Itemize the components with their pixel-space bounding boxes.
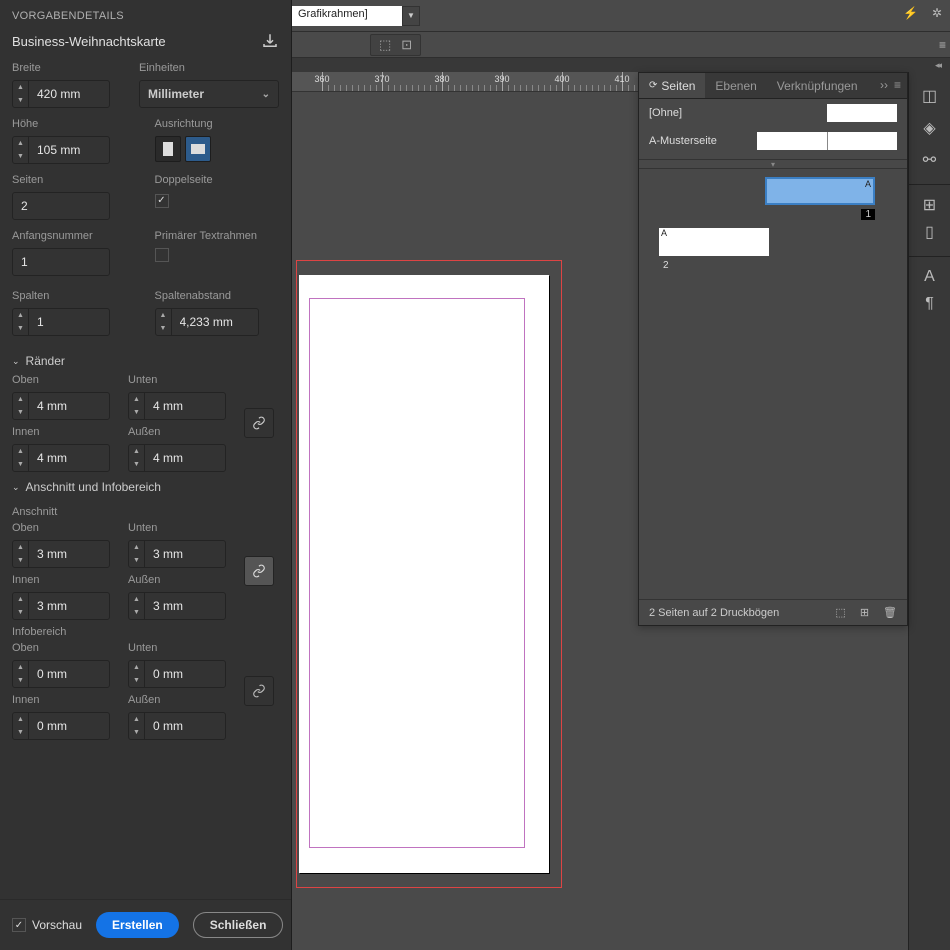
tab-layers[interactable]: Ebenen <box>705 73 766 98</box>
pages-panel: ⟳Seiten Ebenen Verknüpfungen ››≡ [Ohne] … <box>638 72 908 626</box>
slug-inside-input[interactable]: ▲▼ <box>12 712 110 740</box>
links-panel-icon[interactable]: ⚯ <box>916 144 944 176</box>
panel-menu-icon[interactable]: ≡ <box>894 78 901 93</box>
pages-label: Seiten <box>12 174 137 186</box>
tab-pages[interactable]: ⟳Seiten <box>639 73 705 98</box>
bleed-section-header[interactable]: ⌄Anschnitt und Infobereich <box>0 472 291 500</box>
page-2-number: 2 <box>659 260 673 271</box>
column-gutter-input[interactable]: ▲▼ <box>155 308 259 336</box>
width-label: Breite <box>12 62 121 74</box>
margin-outside-input[interactable]: ▲▼ <box>128 444 226 472</box>
height-input[interactable]: ▲▼ <box>12 136 110 164</box>
flash-icon[interactable]: ⚡ <box>903 6 918 20</box>
portrait-icon <box>163 142 173 156</box>
panel-splitter[interactable] <box>639 159 907 169</box>
columns-input[interactable]: ▲▼ <box>12 308 110 336</box>
control-bar: Grafikrahmen] ▼ ⚡ ✲ <box>292 0 950 32</box>
preview-toggle[interactable]: ✓Vorschau <box>12 918 82 932</box>
para-styles-icon[interactable]: ¶ <box>916 288 944 320</box>
start-number-label: Anfangsnummer <box>12 230 137 242</box>
pages-panel-icon[interactable]: ◫ <box>916 80 944 112</box>
bleed-top-input[interactable]: ▲▼ <box>12 540 110 568</box>
start-number-input[interactable] <box>12 248 110 276</box>
chevron-down-icon: ⌄ <box>262 89 270 100</box>
master-none-row[interactable]: [Ohne] <box>639 99 907 127</box>
frame-type-dropdown[interactable]: ▼ <box>402 6 420 26</box>
primary-text-frame-checkbox[interactable] <box>155 248 169 262</box>
page-1-number: 1 <box>861 209 875 220</box>
panel-title: VORGABENDETAILS <box>0 0 291 26</box>
pages-status-text: 2 Seiten auf 2 Druckbögen <box>649 607 779 619</box>
margin-guide <box>309 298 525 848</box>
orientation-label: Ausrichtung <box>155 118 280 130</box>
link-icon <box>252 564 266 578</box>
columns-label: Spalten <box>12 290 137 302</box>
gear-icon[interactable]: ✲ <box>932 6 942 20</box>
units-label: Einheiten <box>139 62 279 74</box>
preset-name-input[interactable]: Business-Weihnachtskarte <box>12 34 261 49</box>
bleed-outside-input[interactable]: ▲▼ <box>128 592 226 620</box>
fit-content-icon[interactable]: ⬚ <box>379 37 391 53</box>
master-a-thumb <box>757 132 897 150</box>
slug-label: Infobereich <box>0 620 291 642</box>
primary-text-frame-label: Primärer Textrahmen <box>155 230 280 242</box>
sub-control-bar: ⬚ ⊡ ≡ <box>292 32 950 58</box>
stroke-panel-icon[interactable]: ⊞ <box>909 184 950 216</box>
slug-top-input[interactable]: ▲▼ <box>12 660 110 688</box>
link-bleed-button[interactable] <box>244 556 274 586</box>
char-styles-icon[interactable]: A <box>909 256 950 288</box>
width-input[interactable]: ▲▼ <box>12 80 110 108</box>
column-gutter-label: Spaltenabstand <box>155 290 280 302</box>
link-margins-button[interactable] <box>244 408 274 438</box>
bleed-label: Anschnitt <box>0 500 291 522</box>
pages-input[interactable] <box>12 192 110 220</box>
facing-pages-checkbox[interactable]: ✓ <box>155 194 169 208</box>
close-button[interactable]: Schließen <box>193 912 284 938</box>
margins-section-header[interactable]: ⌄Ränder <box>0 346 291 374</box>
facing-pages-label: Doppelseite <box>155 174 280 186</box>
swatches-panel-icon[interactable]: ▯ <box>916 216 944 248</box>
panel-collapse-bar[interactable]: ◂◂ <box>292 58 950 72</box>
slug-outside-input[interactable]: ▲▼ <box>128 712 226 740</box>
orientation-landscape-button[interactable] <box>185 136 211 162</box>
download-preset-icon[interactable] <box>261 32 279 50</box>
frame-type-select[interactable]: Grafikrahmen] <box>292 6 402 26</box>
bleed-inside-input[interactable]: ▲▼ <box>12 592 110 620</box>
orientation-portrait-button[interactable] <box>155 136 181 162</box>
page-1-thumbnail[interactable]: A <box>765 177 875 205</box>
landscape-icon <box>191 144 205 154</box>
bleed-bottom-input[interactable]: ▲▼ <box>128 540 226 568</box>
margin-inside-input[interactable]: ▲▼ <box>12 444 110 472</box>
delete-page-icon[interactable]: 🗑 <box>883 606 897 619</box>
chevron-down-icon: ⌄ <box>12 482 20 493</box>
layers-panel-icon[interactable]: ◈ <box>916 112 944 144</box>
link-broken-icon <box>252 684 266 698</box>
new-page-icon[interactable]: ⊞ <box>860 606 869 619</box>
preset-details-panel: VORGABENDETAILS Business-Weihnachtskarte… <box>0 0 292 950</box>
slug-bottom-input[interactable]: ▲▼ <box>128 660 226 688</box>
edit-page-size-icon[interactable]: ⬚ <box>835 606 845 619</box>
right-panel-dock: ◫ ◈ ⚯ ⊞ ▯ A ¶ <box>908 72 950 950</box>
expand-icon[interactable]: ›› <box>880 78 888 93</box>
chevron-down-icon: ⌄ <box>12 356 20 367</box>
link-slug-button[interactable] <box>244 676 274 706</box>
menu-icon[interactable]: ≡ <box>939 38 946 52</box>
margin-bottom-input[interactable]: ▲▼ <box>128 392 226 420</box>
master-none-thumb <box>827 104 897 122</box>
page-2-thumbnail[interactable]: A <box>659 228 769 256</box>
margin-top-input[interactable]: ▲▼ <box>12 392 110 420</box>
create-button[interactable]: Erstellen <box>96 912 179 938</box>
units-select[interactable]: Millimeter⌄ <box>139 80 279 108</box>
fit-frame-icon[interactable]: ⊡ <box>401 37 412 53</box>
height-label: Höhe <box>12 118 137 130</box>
link-icon <box>252 416 266 430</box>
tab-links[interactable]: Verknüpfungen <box>767 73 868 98</box>
master-a-row[interactable]: A-Musterseite <box>639 127 907 155</box>
